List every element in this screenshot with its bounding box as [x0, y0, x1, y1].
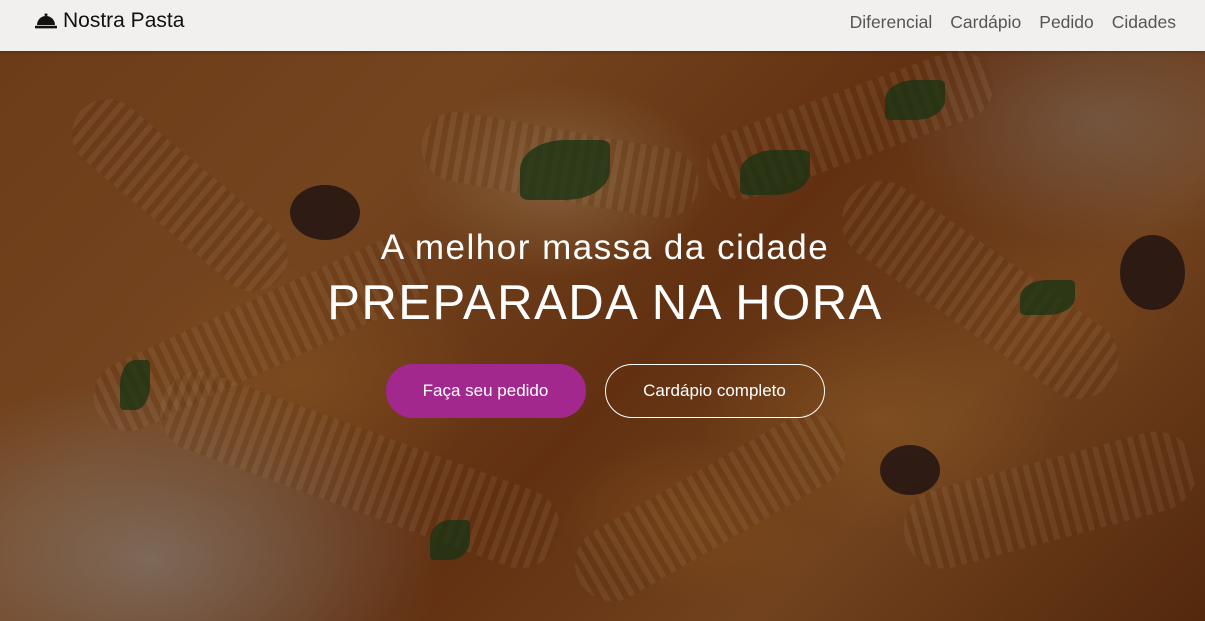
brand-name: Nostra Pasta: [63, 9, 185, 32]
nav-link-pedido[interactable]: Pedido: [1039, 12, 1094, 33]
nav-link-cardapio[interactable]: Cardápio: [950, 12, 1021, 33]
nav-link-cidades[interactable]: Cidades: [1112, 12, 1176, 33]
nav-link-diferencial[interactable]: Diferencial: [850, 12, 933, 33]
hero-heading-group: A melhor massa da cidade PREPARADA NA HO…: [0, 224, 1205, 332]
nav-links: Diferencial Cardápio Pedido Cidades: [832, 12, 1176, 33]
navbar: Nostra Pasta Diferencial Cardápio Pedido…: [0, 0, 1205, 51]
full-menu-button[interactable]: Cardápio completo: [604, 364, 825, 418]
brand-link[interactable]: Nostra Pasta: [35, 8, 184, 34]
hero-title: PREPARADA NA HORA: [327, 276, 883, 330]
page: Nostra Pasta Diferencial Cardápio Pedido…: [0, 0, 1205, 621]
service-bell-icon: [35, 13, 57, 29]
hero-buttons: Faça seu pedido Cardápio completo: [0, 364, 1205, 418]
order-button[interactable]: Faça seu pedido: [385, 364, 586, 418]
hero-subtitle: A melhor massa da cidade: [380, 228, 830, 267]
